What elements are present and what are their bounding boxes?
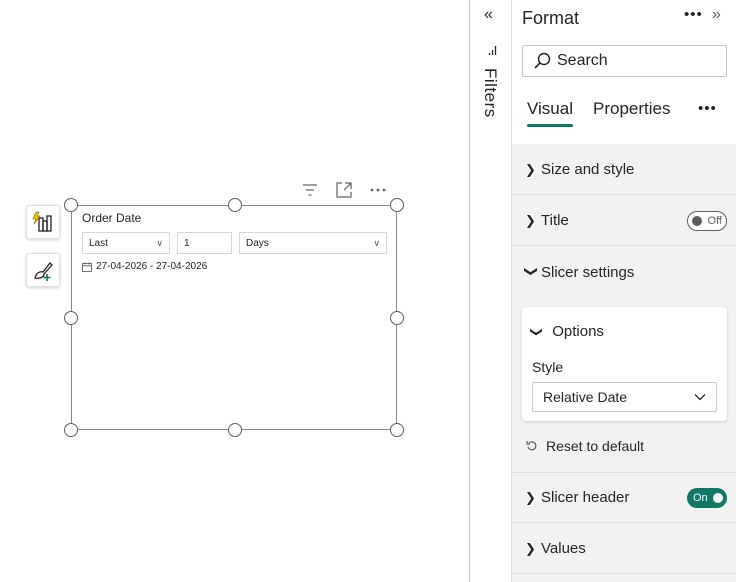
- date-range: 27-04-2026 - 27-04-2026: [82, 261, 207, 272]
- toggle-label: Off: [707, 215, 722, 227]
- format-visual-icon: [34, 262, 53, 281]
- focus-mode-button[interactable]: [334, 180, 354, 200]
- filter-funnel-icon: [488, 46, 497, 55]
- reset-to-default-button[interactable]: Reset to default: [526, 438, 644, 454]
- resize-handle-bottom[interactable]: [228, 423, 242, 437]
- resize-handle-top-left[interactable]: [64, 198, 78, 212]
- section-label: Title: [541, 212, 569, 229]
- count-value: 1: [184, 237, 190, 249]
- style-dropdown[interactable]: Relative Date: [532, 382, 717, 412]
- collapse-pane-button[interactable]: »: [712, 6, 721, 24]
- chevron-down-icon: ∨: [156, 237, 163, 248]
- build-visual-icon: [32, 211, 52, 232]
- more-options-icon: •••: [698, 100, 717, 117]
- filters-label[interactable]: Filters: [480, 68, 500, 118]
- format-tabs: Visual Properties: [527, 99, 670, 127]
- double-chevron-left-icon: «: [484, 6, 493, 23]
- resize-handle-right[interactable]: [390, 311, 404, 325]
- chevron-right-icon: ❯: [525, 489, 536, 505]
- search-input[interactable]: Search: [522, 45, 727, 77]
- chevron-down-icon: ❯: [530, 326, 545, 338]
- count-input[interactable]: 1: [177, 232, 232, 254]
- search-icon: [534, 52, 551, 69]
- toggle-knob: [692, 216, 702, 226]
- format-pane: Format ••• » Search Visual Properties ••…: [511, 0, 736, 582]
- chevron-right-icon: ❯: [525, 161, 536, 177]
- tab-visual[interactable]: Visual: [527, 99, 573, 127]
- pane-more-options-button[interactable]: •••: [684, 6, 703, 23]
- visual-header: [300, 180, 388, 200]
- section-slicer-header[interactable]: ❯ Slicer header On: [512, 473, 736, 523]
- title-toggle[interactable]: Off: [687, 211, 727, 231]
- options-header[interactable]: ❯ Options: [530, 323, 604, 340]
- resize-handle-bottom-left[interactable]: [64, 423, 78, 437]
- chevron-right-icon: ❯: [525, 212, 536, 228]
- chevron-down-icon: ❯: [524, 266, 539, 277]
- calendar-icon: [82, 261, 92, 272]
- build-visual-button[interactable]: [26, 205, 60, 239]
- section-size-and-style[interactable]: ❯ Size and style: [512, 145, 736, 195]
- chevron-right-icon: ❯: [525, 540, 536, 556]
- double-chevron-right-icon: »: [712, 6, 721, 23]
- toggle-label: On: [693, 492, 708, 504]
- format-pane-header: Format ••• » Search Visual Properties ••…: [512, 0, 736, 144]
- chevron-down-icon: [694, 394, 706, 401]
- more-options-button[interactable]: [368, 180, 388, 200]
- expand-filters-button[interactable]: «: [484, 6, 493, 24]
- relative-date-controls: Last ∨ 1 Days ∨: [82, 232, 387, 254]
- section-slicer-settings[interactable]: ❯ Slicer settings: [512, 247, 736, 297]
- style-value: Relative Date: [543, 389, 628, 405]
- reset-label: Reset to default: [546, 438, 645, 454]
- resize-handle-left[interactable]: [64, 311, 78, 325]
- date-range-text: 27-04-2026 - 27-04-2026: [96, 261, 208, 272]
- section-title[interactable]: ❯ Title Off: [512, 196, 736, 246]
- unit-dropdown[interactable]: Days ∨: [239, 232, 387, 254]
- slicer-header-toggle[interactable]: On: [687, 488, 727, 508]
- resize-handle-top-right[interactable]: [390, 198, 404, 212]
- options-label: Options: [552, 323, 604, 340]
- toggle-knob: [713, 493, 723, 503]
- search-placeholder: Search: [557, 52, 608, 69]
- more-options-icon: •••: [684, 6, 703, 23]
- period-value: Last: [89, 237, 108, 249]
- report-canvas[interactable]: Order Date Last ∨ 1 Days ∨ 27-04-2026 - …: [0, 0, 469, 582]
- style-label: Style: [532, 359, 564, 375]
- more-options-icon: [370, 188, 386, 192]
- visual-side-tools: [26, 205, 60, 287]
- format-visual-button[interactable]: [26, 253, 60, 287]
- tabs-more-button[interactable]: •••: [698, 100, 717, 117]
- format-pane-title: Format: [522, 8, 580, 28]
- unit-value: Days: [246, 237, 269, 249]
- reset-icon: [526, 441, 537, 451]
- section-label: Slicer header: [541, 489, 630, 506]
- section-label: Slicer settings: [541, 263, 635, 281]
- period-dropdown[interactable]: Last ∨: [82, 232, 170, 254]
- filters-pane-collapsed[interactable]: « Filters: [469, 0, 511, 582]
- resize-handle-top[interactable]: [228, 198, 242, 212]
- resize-handle-bottom-right[interactable]: [390, 423, 404, 437]
- focus-mode-icon: [336, 182, 352, 198]
- chevron-down-icon: ∨: [373, 237, 380, 248]
- section-label: Size and style: [541, 161, 635, 178]
- section-label: Values: [541, 540, 586, 557]
- tab-properties[interactable]: Properties: [593, 99, 670, 127]
- section-values[interactable]: ❯ Values: [512, 524, 736, 574]
- filter-icon: [303, 184, 317, 196]
- date-slicer-visual[interactable]: Order Date Last ∨ 1 Days ∨ 27-04-2026 - …: [64, 198, 404, 437]
- slicer-title: Order Date: [82, 211, 142, 225]
- options-card: ❯ Options Style Relative Date: [522, 307, 727, 421]
- filter-button[interactable]: [300, 180, 320, 200]
